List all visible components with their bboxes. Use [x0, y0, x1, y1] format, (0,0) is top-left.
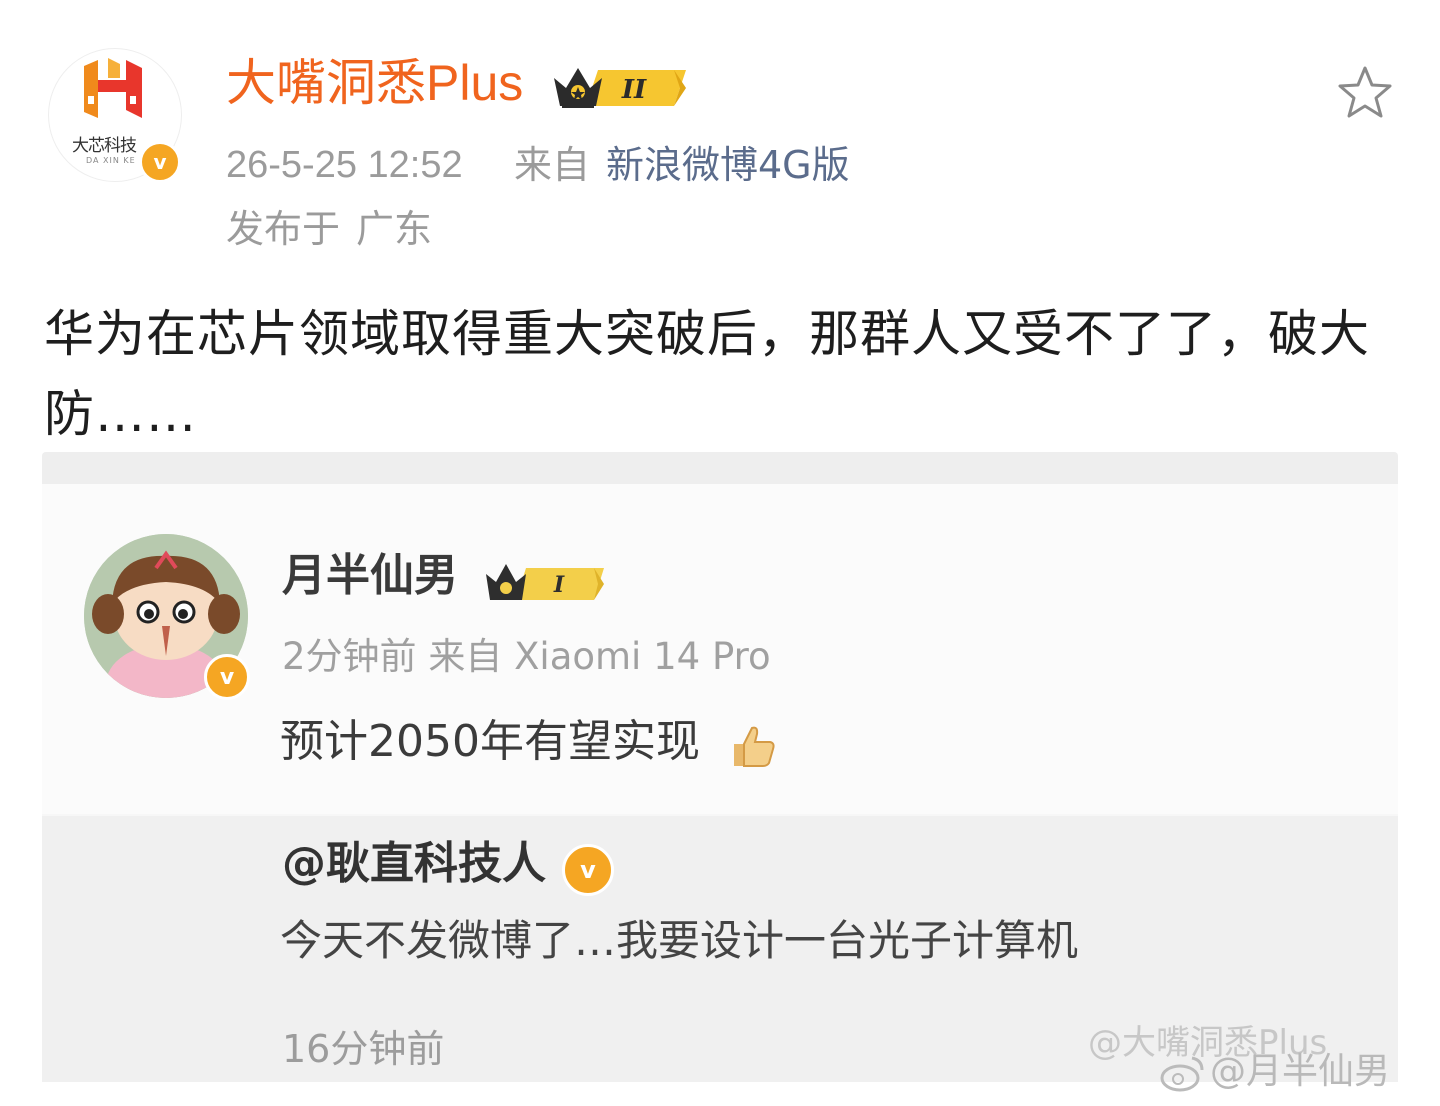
location-label: 发布于 [226, 207, 341, 251]
thumbs-up-icon [734, 726, 775, 767]
commenter-name[interactable]: 月半仙男 [282, 554, 458, 598]
level-text: II [621, 75, 647, 105]
source-link[interactable]: 新浪微博4G版 [606, 146, 850, 184]
weibo-logo-icon [1160, 1056, 1204, 1092]
quoted-time: 16分钟前 [282, 1027, 445, 1071]
comment-text: 预计2050年有望实现 [280, 716, 700, 767]
vip-crown-icon: II [554, 68, 686, 108]
from-label: 来自 [514, 143, 591, 187]
quoted-text: 今天不发微博了…我要设计一台光子计算机 [280, 916, 1079, 965]
vip-crown-icon: I [486, 564, 604, 600]
mention-link[interactable]: @耿直科技人 [282, 842, 546, 886]
comment-meta: 2分钟前 来自 Xiaomi 14 Pro [282, 638, 771, 675]
post-time: 26-5-25 12:52 [226, 144, 463, 186]
post-body-text: 华为在芯片领域取得重大突破后，那群人又受不了了，破大防…… [44, 305, 1370, 443]
avatar-brand-subtext: DA XIN KE [86, 156, 136, 165]
verified-v-icon: v [204, 654, 250, 700]
verified-v-icon: v [562, 844, 614, 896]
post-location: 广东 [356, 207, 433, 251]
device-name: Xiaomi 14 Pro [514, 635, 771, 678]
comment-time: 2分钟前 [282, 635, 417, 678]
brand-logo-icon [84, 58, 142, 118]
from-label: 来自 [428, 635, 503, 678]
embedded-divider [42, 452, 1398, 484]
avatar-brand-text: 大芯科技 [72, 136, 137, 156]
level-text: I [553, 572, 565, 598]
author-name[interactable]: 大嘴洞悉Plus [226, 58, 523, 108]
verified-v-icon: v [139, 141, 181, 183]
watermark-text: @月半仙男 [1210, 1051, 1391, 1092]
favorite-star-icon[interactable] [1336, 64, 1394, 122]
